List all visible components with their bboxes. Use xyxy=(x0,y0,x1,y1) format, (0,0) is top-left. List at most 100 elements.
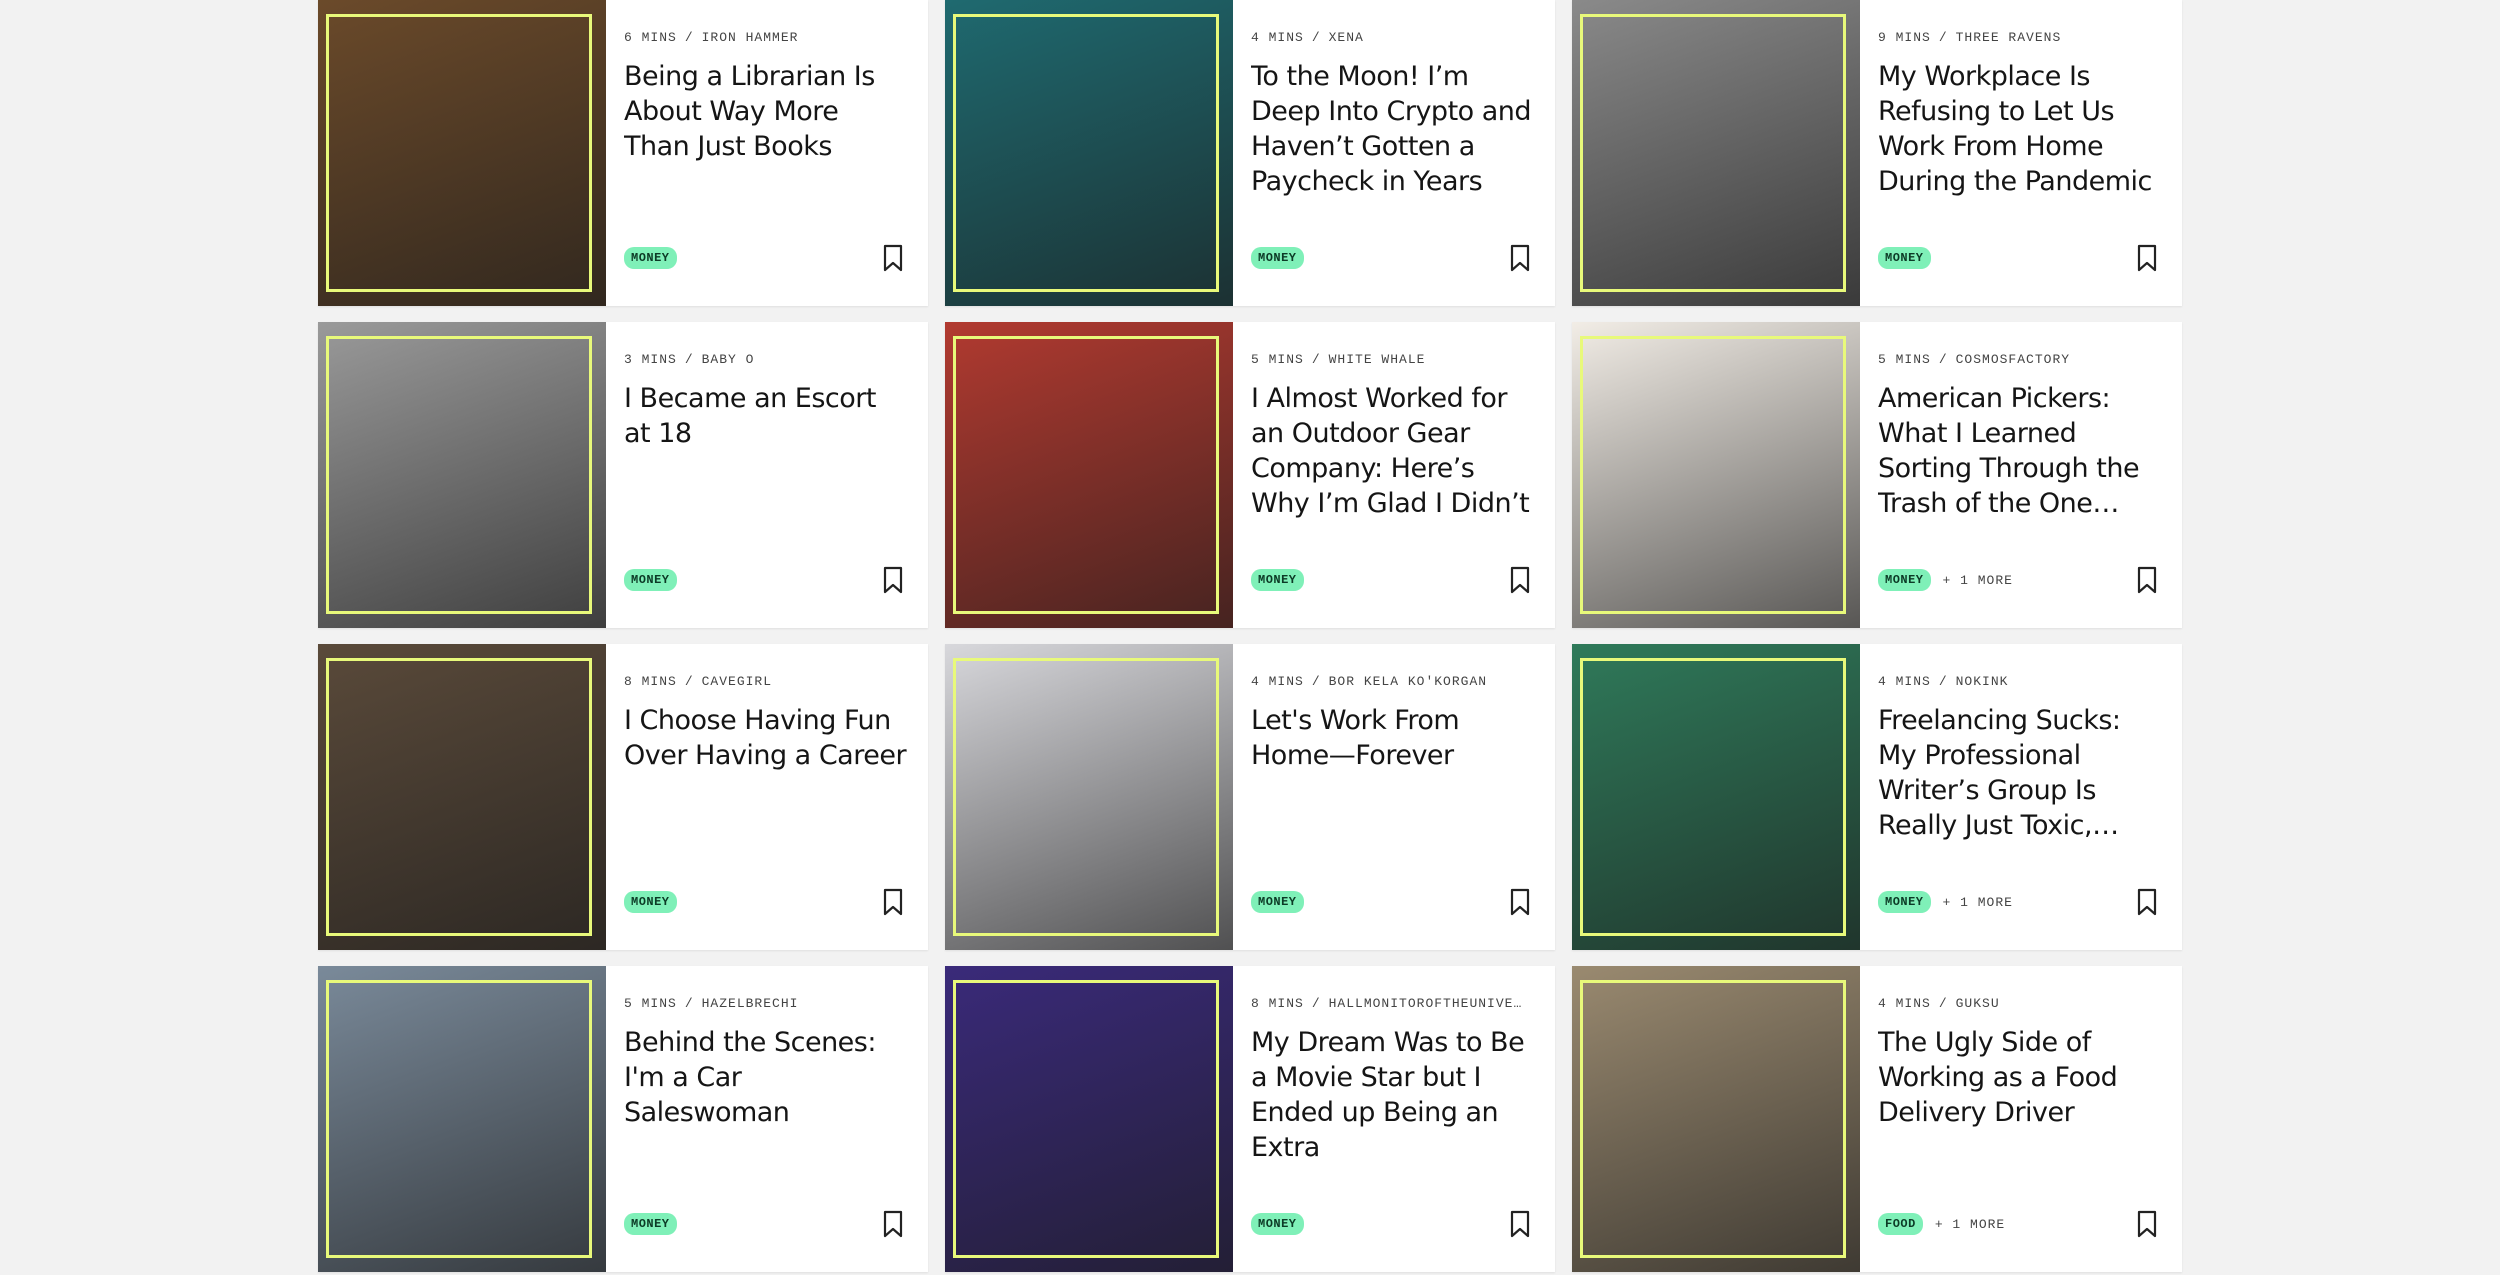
article-thumbnail[interactable] xyxy=(1572,322,1860,628)
article-card[interactable]: 4 MINS / GUKSU The Ugly Side of Working as… xyxy=(1572,966,2182,1272)
article-thumbnail[interactable] xyxy=(945,0,1233,306)
article-meta: 4 MINS / NOKINK xyxy=(1878,674,2164,689)
bookmark-icon[interactable] xyxy=(1509,244,1531,272)
article-thumbnail[interactable] xyxy=(318,322,606,628)
article-title[interactable]: My Dream Was to Be a Movie Star but I En… xyxy=(1251,1025,1537,1165)
article-title[interactable]: American Pickers: What I Learned Sorting… xyxy=(1878,381,2164,521)
more-tags[interactable]: + 1 MORE xyxy=(1943,895,2013,910)
article-meta: 5 MINS / WHITE WHALE xyxy=(1251,352,1537,367)
article-card[interactable]: 8 MINS / HALLMONITOROFTHEUNIVE… My Dream W… xyxy=(945,966,1555,1272)
bookmark-icon[interactable] xyxy=(882,888,904,916)
article-card[interactable]: 4 MINS / XENA To the Moon! I’m Deep Into C… xyxy=(945,0,1555,306)
category-tag[interactable]: MONEY xyxy=(624,1213,677,1235)
article-title[interactable]: Being a Librarian Is About Way More Than… xyxy=(624,59,910,164)
article-title[interactable]: The Ugly Side of Working as a Food Deliv… xyxy=(1878,1025,2164,1130)
meta-separator: / xyxy=(684,352,694,367)
article-title[interactable]: My Workplace Is Refusing to Let Us Work … xyxy=(1878,59,2164,199)
category-tag[interactable]: MONEY xyxy=(1878,891,1931,913)
author-name[interactable]: XENA xyxy=(1329,30,1364,45)
article-thumbnail[interactable] xyxy=(1572,0,1860,306)
article-title[interactable]: I Became an Escort at 18 xyxy=(624,381,910,451)
author-name[interactable]: HAZELBRECHI xyxy=(702,996,799,1011)
article-card[interactable]: 5 MINS / HAZELBRECHI Behind the Scenes: I'… xyxy=(318,966,928,1272)
author-name[interactable]: GUKSU xyxy=(1956,996,2000,1011)
article-meta: 6 MINS / IRON HAMMER xyxy=(624,30,910,45)
article-thumbnail[interactable] xyxy=(318,0,606,306)
thumbnail-frame xyxy=(326,980,592,1258)
author-name[interactable]: HALLMONITOROFTHEUNIVE… xyxy=(1329,996,1523,1011)
bookmark-icon[interactable] xyxy=(2136,888,2158,916)
author-name[interactable]: THREE RAVENS xyxy=(1956,30,2062,45)
article-card[interactable]: 6 MINS / IRON HAMMER Being a Librarian Is … xyxy=(318,0,928,306)
category-tag[interactable]: MONEY xyxy=(1878,247,1931,269)
read-time: 6 MINS xyxy=(624,30,677,45)
author-name[interactable]: COSMOSFACTORY xyxy=(1956,352,2070,367)
article-footer: MONEY xyxy=(624,888,904,916)
author-name[interactable]: BABY O xyxy=(702,352,755,367)
read-time: 8 MINS xyxy=(624,674,677,689)
article-body: 4 MINS / XENA To the Moon! I’m Deep Into C… xyxy=(1233,0,1555,306)
article-title[interactable]: I Choose Having Fun Over Having a Career xyxy=(624,703,910,773)
bookmark-icon[interactable] xyxy=(2136,1210,2158,1238)
article-footer: FOOD + 1 MORE xyxy=(1878,1210,2158,1238)
thumbnail-frame xyxy=(326,14,592,292)
article-card[interactable]: 8 MINS / CAVEGIRL I Choose Having Fun Over… xyxy=(318,644,928,950)
more-tags[interactable]: + 1 MORE xyxy=(1943,573,2013,588)
category-tag[interactable]: MONEY xyxy=(624,891,677,913)
more-tags[interactable]: + 1 MORE xyxy=(1935,1217,2005,1232)
article-thumbnail[interactable] xyxy=(945,966,1233,1272)
article-thumbnail[interactable] xyxy=(318,966,606,1272)
article-body: 5 MINS / COSMOSFACTORY American Pickers: W… xyxy=(1860,322,2182,628)
meta-separator: / xyxy=(1938,352,1948,367)
author-name[interactable]: CAVEGIRL xyxy=(702,674,772,689)
author-name[interactable]: IRON HAMMER xyxy=(702,30,799,45)
category-tag[interactable]: MONEY xyxy=(624,247,677,269)
bookmark-icon[interactable] xyxy=(1509,888,1531,916)
bookmark-icon[interactable] xyxy=(882,566,904,594)
article-card[interactable]: 3 MINS / BABY O I Became an Escort at 18 M… xyxy=(318,322,928,628)
article-thumbnail[interactable] xyxy=(945,644,1233,950)
meta-separator: / xyxy=(684,30,694,45)
bookmark-icon[interactable] xyxy=(1509,1210,1531,1238)
article-card[interactable]: 4 MINS / BOR KELA KO'KORGAN Let's Work Fro… xyxy=(945,644,1555,950)
category-tag[interactable]: FOOD xyxy=(1878,1213,1923,1235)
category-tag[interactable]: MONEY xyxy=(1251,569,1304,591)
article-card[interactable]: 4 MINS / NOKINK Freelancing Sucks: My Prof… xyxy=(1572,644,2182,950)
article-card[interactable]: 9 MINS / THREE RAVENS My Workplace Is Refu… xyxy=(1572,0,2182,306)
article-card[interactable]: 5 MINS / COSMOSFACTORY American Pickers: W… xyxy=(1572,322,2182,628)
thumbnail-frame xyxy=(1580,980,1846,1258)
read-time: 8 MINS xyxy=(1251,996,1304,1011)
bookmark-icon[interactable] xyxy=(2136,244,2158,272)
category-tag[interactable]: MONEY xyxy=(1251,247,1304,269)
read-time: 5 MINS xyxy=(1878,352,1931,367)
author-name[interactable]: BOR KELA KO'KORGAN xyxy=(1329,674,1487,689)
article-footer: MONEY + 1 MORE xyxy=(1878,566,2158,594)
category-tag[interactable]: MONEY xyxy=(1878,569,1931,591)
article-title[interactable]: Freelancing Sucks: My Professional Write… xyxy=(1878,703,2164,843)
bookmark-icon[interactable] xyxy=(882,244,904,272)
article-meta: 3 MINS / BABY O xyxy=(624,352,910,367)
article-meta: 4 MINS / XENA xyxy=(1251,30,1537,45)
author-name[interactable]: WHITE WHALE xyxy=(1329,352,1426,367)
article-title[interactable]: Behind the Scenes: I'm a Car Saleswoman xyxy=(624,1025,910,1130)
article-thumbnail[interactable] xyxy=(1572,966,1860,1272)
bookmark-icon[interactable] xyxy=(1509,566,1531,594)
category-tag[interactable]: MONEY xyxy=(1251,891,1304,913)
article-title[interactable]: Let's Work From Home—Forever xyxy=(1251,703,1537,773)
bookmark-icon[interactable] xyxy=(882,1210,904,1238)
article-card[interactable]: 5 MINS / WHITE WHALE I Almost Worked for a… xyxy=(945,322,1555,628)
bookmark-icon[interactable] xyxy=(2136,566,2158,594)
article-title[interactable]: To the Moon! I’m Deep Into Crypto and Ha… xyxy=(1251,59,1537,199)
thumbnail-frame xyxy=(953,658,1219,936)
article-thumbnail[interactable] xyxy=(318,644,606,950)
article-body: 6 MINS / IRON HAMMER Being a Librarian Is … xyxy=(606,0,928,306)
article-thumbnail[interactable] xyxy=(945,322,1233,628)
article-title[interactable]: I Almost Worked for an Outdoor Gear Comp… xyxy=(1251,381,1537,521)
author-name[interactable]: NOKINK xyxy=(1956,674,2009,689)
article-thumbnail[interactable] xyxy=(1572,644,1860,950)
article-footer: MONEY xyxy=(624,244,904,272)
category-tag[interactable]: MONEY xyxy=(1251,1213,1304,1235)
meta-separator: / xyxy=(1311,352,1321,367)
article-body: 9 MINS / THREE RAVENS My Workplace Is Refu… xyxy=(1860,0,2182,306)
category-tag[interactable]: MONEY xyxy=(624,569,677,591)
